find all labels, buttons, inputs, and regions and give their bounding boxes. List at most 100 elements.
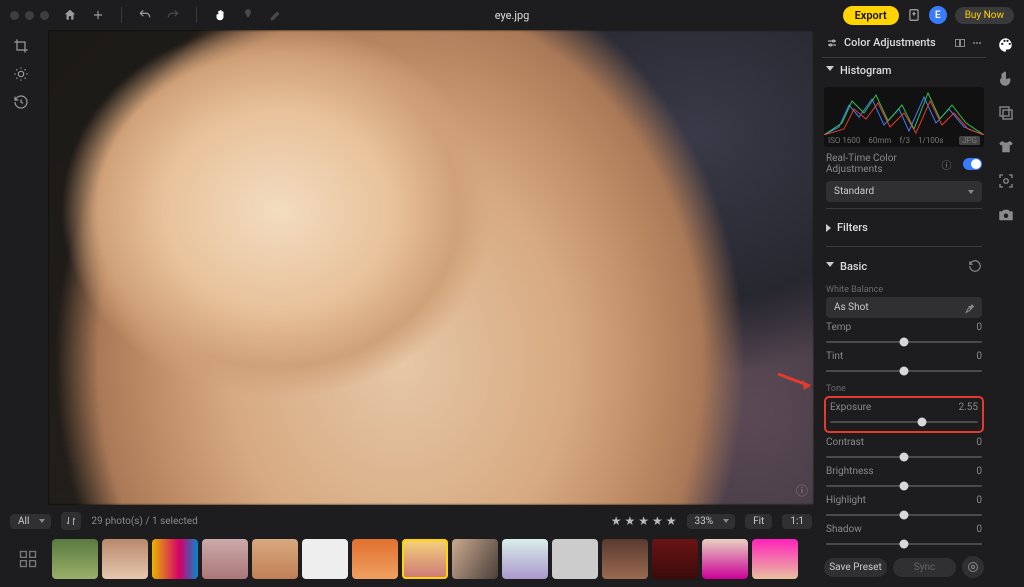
compare-icon[interactable] (954, 37, 966, 49)
slider-value: 0 (976, 495, 982, 506)
undo-icon[interactable] (138, 8, 152, 22)
traffic-dot (10, 11, 19, 20)
thumbnail[interactable] (552, 539, 598, 579)
eyedropper-icon[interactable] (962, 297, 976, 318)
fit-button[interactable]: Fit (745, 514, 772, 529)
rating-stars[interactable]: ★★★★★ (611, 514, 677, 528)
help-icon[interactable]: ⓘ (941, 157, 951, 172)
shutter-label: 1/100s (918, 136, 943, 145)
star-icon[interactable]: ★ (638, 514, 649, 528)
divider (826, 208, 982, 209)
grid-view-icon[interactable] (8, 539, 48, 579)
star-icon[interactable]: ★ (666, 514, 677, 528)
chevron-down-icon (826, 262, 834, 271)
slider-value: 2.55 (959, 402, 979, 413)
preset-more-icon[interactable] (962, 556, 984, 578)
preset-select[interactable]: Standard (826, 181, 982, 202)
sun-adjust-icon[interactable] (13, 66, 29, 82)
chevron-right-icon (826, 224, 831, 232)
more-icon[interactable] (972, 38, 982, 48)
add-icon[interactable] (91, 8, 105, 22)
thumbnail[interactable] (102, 539, 148, 579)
buy-now-button[interactable]: Buy Now (955, 7, 1014, 24)
thumbnail[interactable] (302, 539, 348, 579)
thumbnail[interactable] (702, 539, 748, 579)
user-avatar[interactable]: E (929, 6, 947, 24)
realtime-label: Real-Time Color Adjustments (826, 153, 935, 175)
filters-header[interactable]: Filters (822, 215, 986, 240)
basic-label: Basic (840, 260, 867, 273)
highlight-slider[interactable]: Highlight0 (822, 493, 986, 522)
info-icon[interactable]: ⓘ (796, 482, 808, 499)
redo-icon[interactable] (166, 8, 180, 22)
exposure-highlight-box: Exposure 2.55 (824, 396, 984, 433)
sync-button[interactable]: Sync (893, 558, 956, 577)
exposure-slider[interactable]: Exposure 2.55 (830, 402, 978, 429)
thumbnail[interactable] (252, 539, 298, 579)
sort-button[interactable] (61, 512, 81, 530)
slider-value: 0 (976, 351, 982, 362)
adjustments-sidebar: Color Adjustments Histogram ISO 1600 60m… (820, 30, 988, 553)
realtime-row: Real-Time Color Adjustments ⓘ (822, 149, 986, 179)
basic-header[interactable]: Basic (822, 253, 986, 279)
thumbnail[interactable] (752, 539, 798, 579)
crop-tool-icon[interactable] (13, 38, 29, 54)
export-button[interactable]: Export (843, 6, 899, 25)
layers-icon[interactable] (997, 104, 1015, 122)
white-balance-select[interactable]: As Shot (826, 297, 982, 318)
left-toolbar (8, 38, 34, 110)
filmstrip-controls: All 29 photo(s) / 1 selected ★★★★★ 33% F… (8, 509, 814, 533)
brightness-slider[interactable]: Brightness0 (822, 464, 986, 493)
reset-icon[interactable] (968, 259, 982, 273)
histogram-header[interactable]: Histogram (822, 58, 986, 83)
thumbnail[interactable] (202, 539, 248, 579)
thumbnail[interactable] (602, 539, 648, 579)
star-icon[interactable]: ★ (652, 514, 663, 528)
zoom-dropdown[interactable]: 33% (687, 514, 736, 529)
hand-tool-icon[interactable] (213, 8, 227, 22)
thumbnail-selected[interactable] (402, 539, 448, 579)
thumbnail[interactable] (352, 539, 398, 579)
thumbnail[interactable] (452, 539, 498, 579)
batch-icon[interactable] (907, 8, 921, 22)
tint-slider[interactable]: Tint 0 (822, 349, 986, 378)
history-icon[interactable] (13, 94, 29, 110)
shadow-slider[interactable]: Shadow0 (822, 522, 986, 551)
save-preset-button[interactable]: Save Preset (824, 558, 887, 577)
histogram-label: Histogram (840, 64, 892, 77)
filter-dropdown[interactable]: All (10, 514, 51, 529)
palette-icon[interactable] (997, 36, 1015, 54)
traffic-dot (25, 11, 34, 20)
focus-icon[interactable] (997, 172, 1015, 190)
one-to-one-button[interactable]: 1:1 (782, 514, 812, 529)
contrast-slider[interactable]: Contrast 0 (822, 435, 986, 464)
slider-value: 0 (976, 437, 982, 448)
thumbnail[interactable] (652, 539, 698, 579)
slider-label: Tint (826, 351, 843, 362)
camera-icon[interactable] (997, 206, 1015, 224)
star-icon[interactable]: ★ (624, 514, 635, 528)
slider-value: 0 (976, 524, 982, 535)
temp-slider[interactable]: Temp0 (822, 320, 986, 349)
top-right-group: Export E Buy Now (843, 0, 1014, 30)
image-canvas[interactable]: ⓘ (48, 30, 814, 505)
home-icon[interactable] (63, 8, 77, 22)
thumbnail[interactable] (152, 539, 198, 579)
sliders-icon (826, 37, 838, 49)
white-balance-label: White Balance (822, 279, 986, 295)
realtime-toggle[interactable] (963, 158, 982, 170)
slider-label: Contrast (826, 437, 864, 448)
thumbnail[interactable] (52, 539, 98, 579)
top-bar: eye.jpg Export E Buy Now (0, 0, 1024, 30)
star-icon[interactable]: ★ (611, 514, 622, 528)
edit-icon[interactable] (269, 8, 283, 22)
iso-label: ISO 1600 (828, 136, 860, 145)
pin-icon[interactable] (241, 8, 255, 22)
white-balance-value: As Shot (834, 302, 869, 313)
slider-label: Exposure (830, 402, 871, 413)
finger-icon[interactable] (997, 70, 1015, 88)
tshirt-icon[interactable] (997, 138, 1015, 156)
fstop-label: f/3 (899, 136, 910, 145)
right-tool-rail (992, 36, 1020, 224)
thumbnail[interactable] (502, 539, 548, 579)
